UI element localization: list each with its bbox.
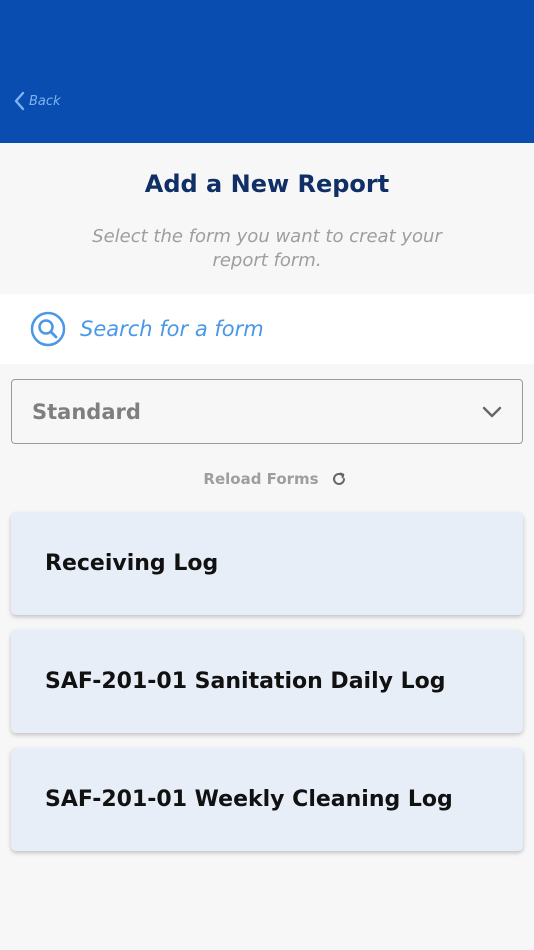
form-card-label: Receiving Log <box>45 551 219 576</box>
form-card-weekly-cleaning-log[interactable]: SAF-201-01 Weekly Cleaning Log <box>11 748 523 851</box>
search-bar <box>0 294 534 364</box>
refresh-icon <box>332 472 345 485</box>
reload-forms-label: Reload Forms <box>203 470 319 488</box>
page-title: Add a New Report <box>144 170 390 198</box>
form-card-sanitation-daily-log[interactable]: SAF-201-01 Sanitation Daily Log <box>11 630 523 733</box>
form-type-selected-value: Standard <box>32 400 141 424</box>
top-header: Back <box>0 0 534 143</box>
form-card-label: SAF-201-01 Weekly Cleaning Log <box>45 787 453 812</box>
page-subtitle: Select the form you want to creat your r… <box>92 226 442 271</box>
back-label: Back <box>29 93 61 109</box>
reload-forms-button[interactable]: Reload Forms <box>0 468 534 490</box>
back-button[interactable]: Back <box>13 91 61 111</box>
chevron-down-icon <box>482 406 502 418</box>
search-icon[interactable] <box>30 311 66 347</box>
chevron-left-icon <box>14 91 25 111</box>
search-input[interactable] <box>80 314 500 344</box>
form-type-select[interactable]: Standard <box>11 379 523 444</box>
form-card-label: SAF-201-01 Sanitation Daily Log <box>45 669 446 694</box>
form-card-receiving-log[interactable]: Receiving Log <box>11 512 523 615</box>
